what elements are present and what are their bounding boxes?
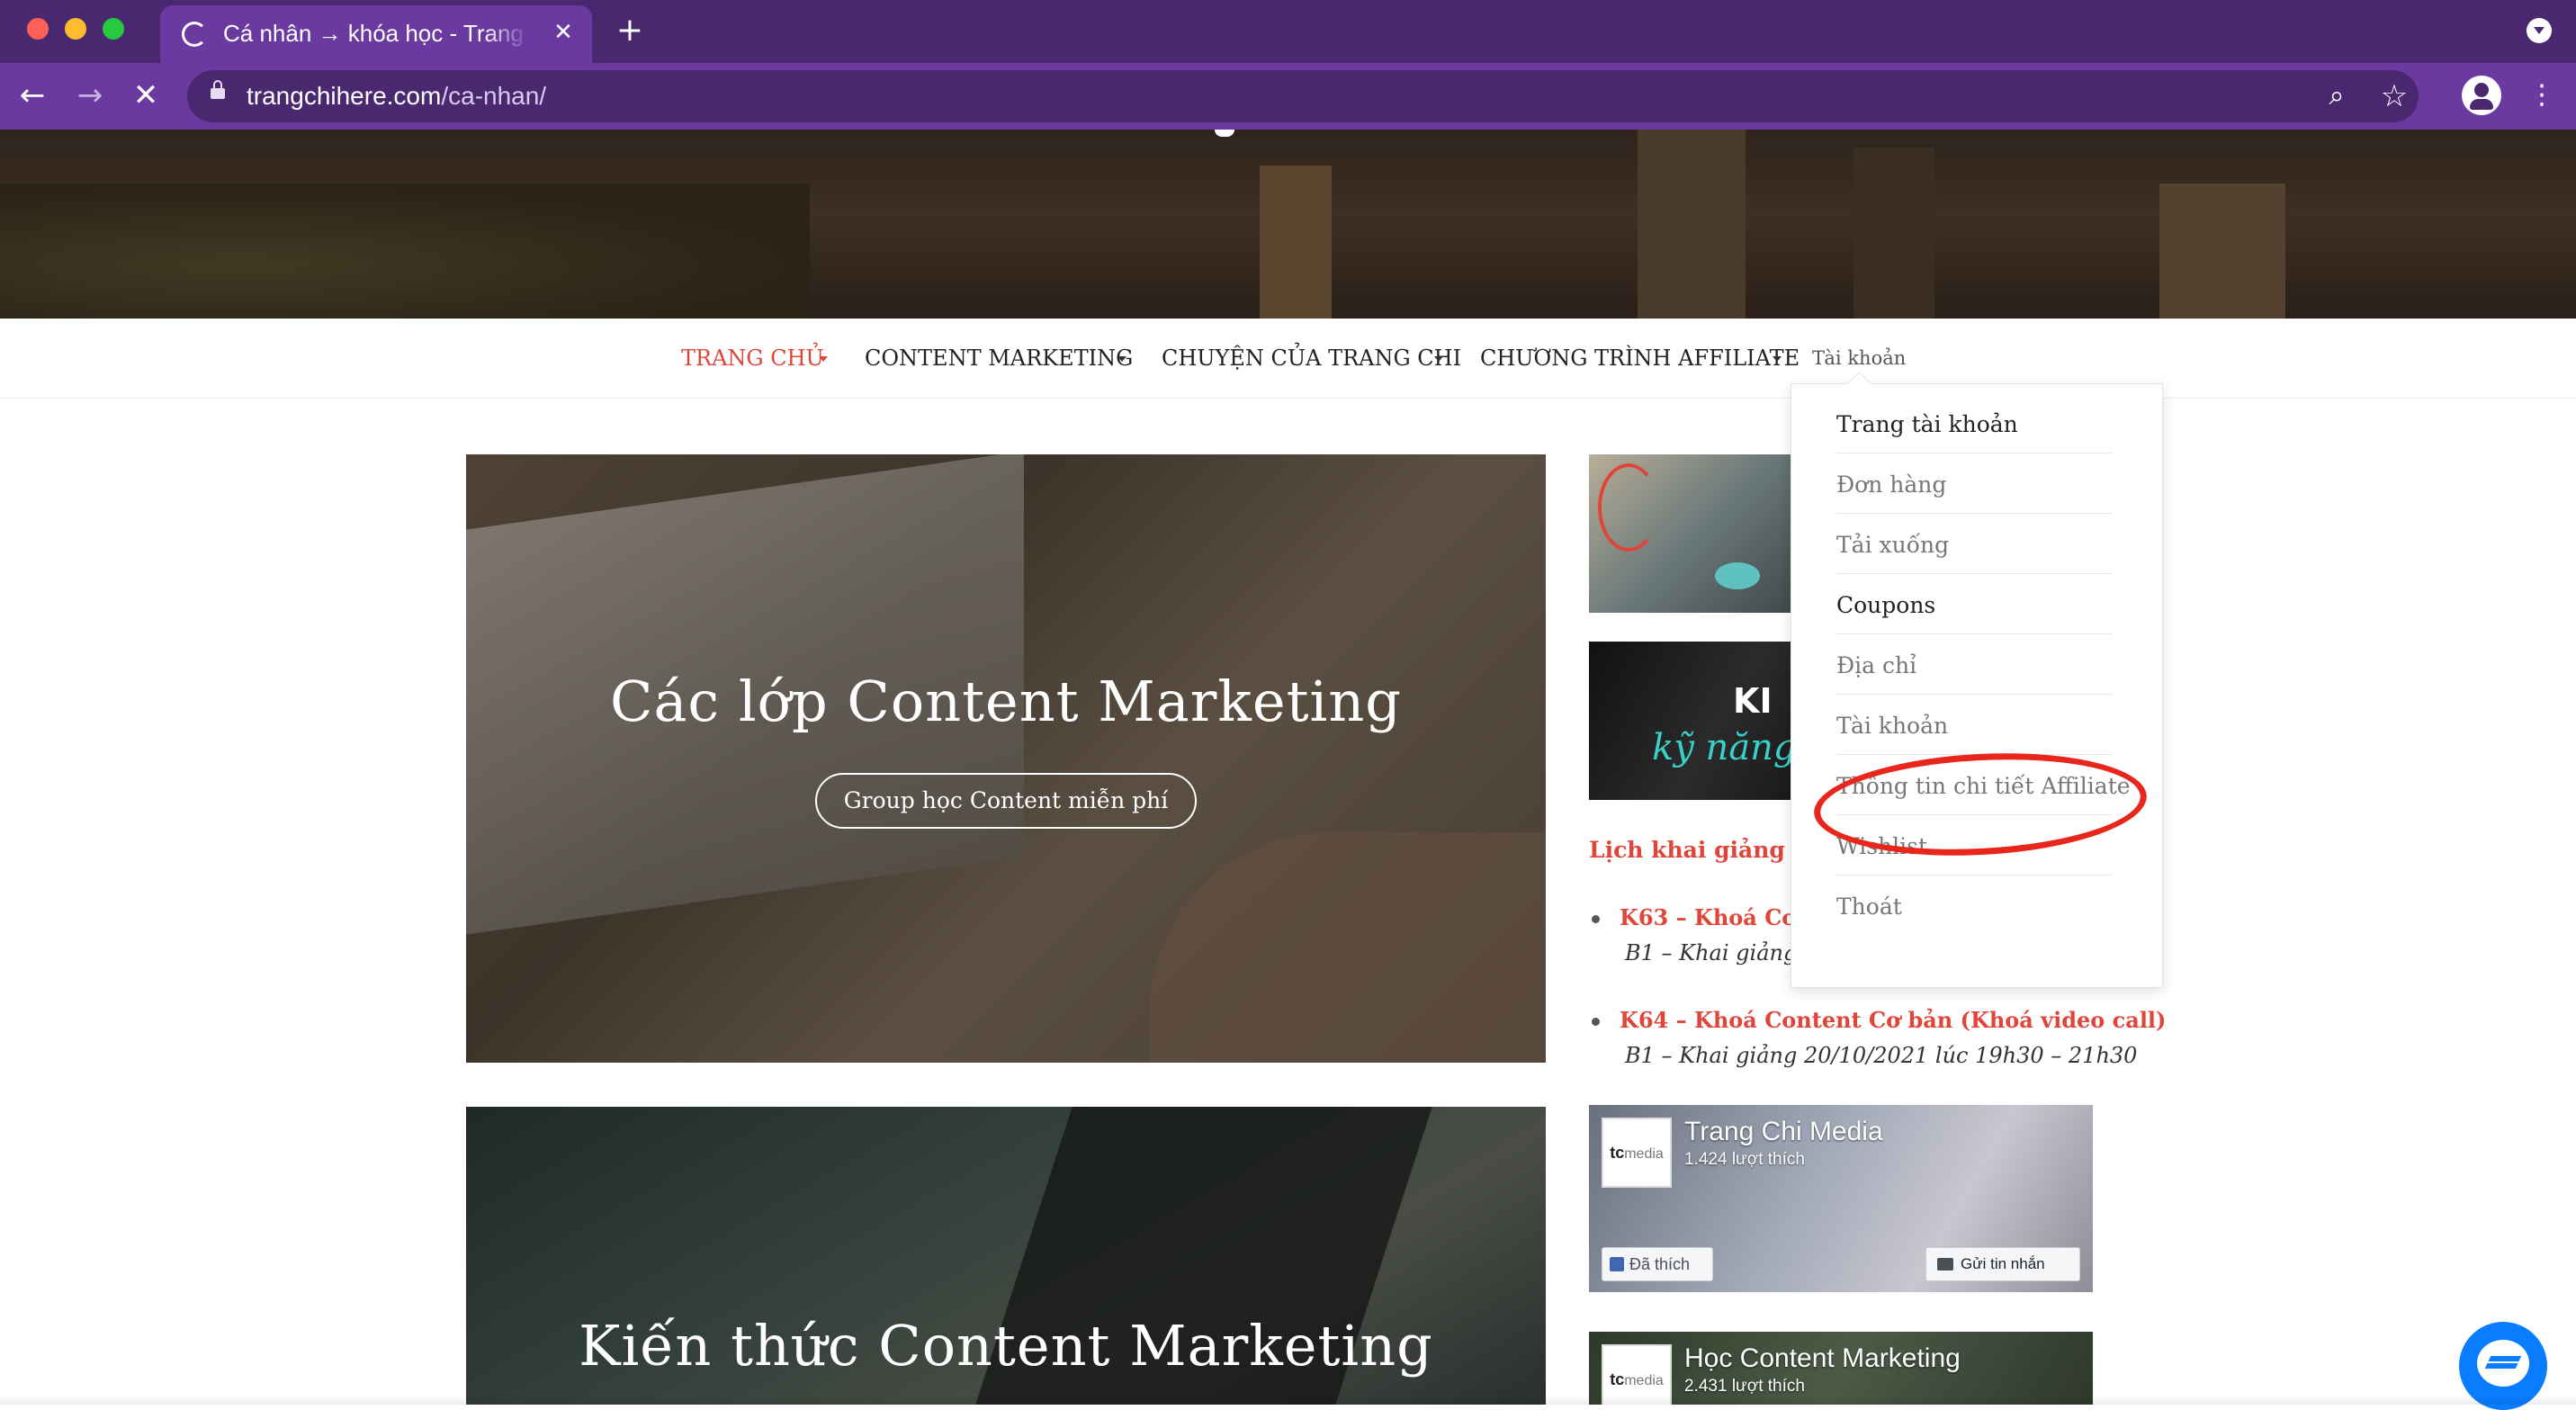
fb-liked-label: Đã thích [1629,1255,1691,1273]
course-link[interactable]: K64 – Khoá Content Cơ bản (Khoá video ca… [1620,1004,2166,1037]
facebook-page-widget[interactable]: tcmedia Học Content Marketing 2.431 lượt… [1589,1332,2093,1405]
site-logo-fragment[interactable] [1215,130,1234,137]
facebook-page-widget[interactable]: tcmedia Trang Chi Media 1.424 lượt thích… [1589,1105,2093,1292]
kebab-menu-icon[interactable]: ⋮ [2528,76,2555,115]
fb-like-count: 1.424 lượt thích [1684,1150,1805,1169]
account-dropdown-menu: Trang tài khoản Đơn hàng Tải xuống Coupo… [1791,383,2163,988]
chevron-down-icon [1117,356,1126,362]
hero-trees [0,184,810,319]
fb-liked-button[interactable]: Đã thích [1602,1247,1713,1281]
menu-item-downloads[interactable]: Tải xuống [1836,514,2112,574]
menu-item-addresses[interactable]: Địa chỉ [1836,634,2112,695]
free-content-group-button[interactable]: Group học Content miễn phí [815,773,1197,829]
course-date: B1 – Khai giảng [1625,940,1798,965]
sidebar-banner-image[interactable] [1589,454,1791,613]
hero-banner-image [0,130,2576,319]
url-text[interactable]: trangchihere.com/ca-nhan/ [247,79,546,113]
chevron-down-icon [1773,356,1782,362]
card-title: Các lớp Content Marketing [610,669,1402,734]
menu-item-account-details[interactable]: Tài khoản [1836,695,2112,755]
chevron-down-icon [819,356,828,362]
banner-script-text: kỹ năng [1652,727,1791,768]
banner-coffee-cup [1715,562,1760,589]
menu-item-orders[interactable]: Đơn hàng [1836,454,2112,514]
messenger-bolt [2484,1356,2522,1369]
window-minimize-button[interactable] [65,18,86,40]
nav-item-chuong-trinh-affiliate[interactable]: CHƯƠNG TRÌNH AFFILIATE [1480,344,1800,373]
nav-item-content-marketing[interactable]: CONTENT MARKETING [865,344,1133,373]
fb-send-message-label: Gửi tin nhắn [1961,1255,2045,1272]
tab-search-icon[interactable] [2527,18,2552,43]
card-title: Kiến thức Content Marketing [579,1313,1433,1379]
window-maximize-button[interactable] [103,18,124,40]
main-navigation: TRANG CHỦ CONTENT MARKETING CHUYỆN CỦA T… [0,319,2576,399]
forward-button[interactable]: → [70,76,110,115]
card-overlay [466,454,1546,1063]
address-bar[interactable]: trangchihere.com/ca-nhan/ ⌕ ☆ [187,70,2419,122]
url-host: trangchihere.com [247,82,442,110]
url-path: /ca-nhan/ [441,82,547,110]
window-bottom-edge [0,1396,2576,1405]
message-icon [1937,1258,1953,1271]
menu-item-account-page[interactable]: Trang tài khoản [1836,393,2112,454]
bookmark-star-icon[interactable]: ☆ [2377,79,2411,113]
menu-item-coupons[interactable]: Coupons [1836,574,2112,634]
back-button[interactable]: ← [13,76,52,115]
zoom-icon[interactable]: ⌕ [2321,81,2352,112]
nav-item-trang-chu[interactable]: TRANG CHỦ [681,344,824,373]
menu-item-logout[interactable]: Thoát [1836,876,2112,936]
tab-title: Cá nhân → khóa học - Trang Chi Here [223,20,529,47]
browser-tab-strip: Cá nhân → khóa học - Trang Chi Here ✕ + [0,0,2576,63]
window-close-button[interactable] [27,18,49,40]
banner-text: KI [1733,681,1773,721]
nav-item-chuyen-cua-trang-chi[interactable]: CHUYỆN CỦA TRANG CHI [1162,344,1461,373]
fb-page-name[interactable]: Trang Chi Media [1684,1116,1883,1148]
browser-tab-active[interactable]: Cá nhân → khóa học - Trang Chi Here ✕ [160,5,592,63]
course-card-content-marketing-classes[interactable]: Các lớp Content Marketing Group học Cont… [466,454,1546,1063]
banner-decoration [1598,463,1659,552]
facebook-icon [1610,1257,1624,1271]
page-logo[interactable]: tcmedia [1602,1118,1672,1188]
course-date: B1 – Khai giảng 20/10/2021 lúc 19h30 – 2… [1625,1043,2138,1068]
fb-page-name[interactable]: Học Content Marketing [1684,1343,1961,1375]
chevron-down-icon [1434,356,1443,362]
course-card-content-marketing-knowledge[interactable]: Kiến thức Content Marketing [466,1107,1546,1405]
nav-item-account[interactable]: Tài khoản [1812,346,1906,371]
tab-close-icon[interactable]: ✕ [547,16,579,49]
tab-loading-spinner-icon [182,22,207,47]
hero-building [1853,148,1934,319]
browser-toolbar: ← → ✕ trangchihere.com/ca-nhan/ ⌕ ☆ ⋮ [0,63,2576,130]
hero-building [2159,184,2285,319]
hero-building [1638,130,1746,319]
new-tab-button[interactable]: + [612,11,648,50]
lock-icon[interactable] [211,80,225,99]
sidebar-banner-skills[interactable]: KI kỹ năng [1589,642,1791,800]
hero-building [1260,166,1332,319]
profile-avatar-icon[interactable] [2462,76,2501,115]
bullet-icon [1592,1018,1600,1026]
stop-loading-button[interactable]: ✕ [126,76,166,115]
fb-send-message-button[interactable]: Gửi tin nhắn [1925,1247,2080,1281]
bullet-icon [1592,915,1600,923]
